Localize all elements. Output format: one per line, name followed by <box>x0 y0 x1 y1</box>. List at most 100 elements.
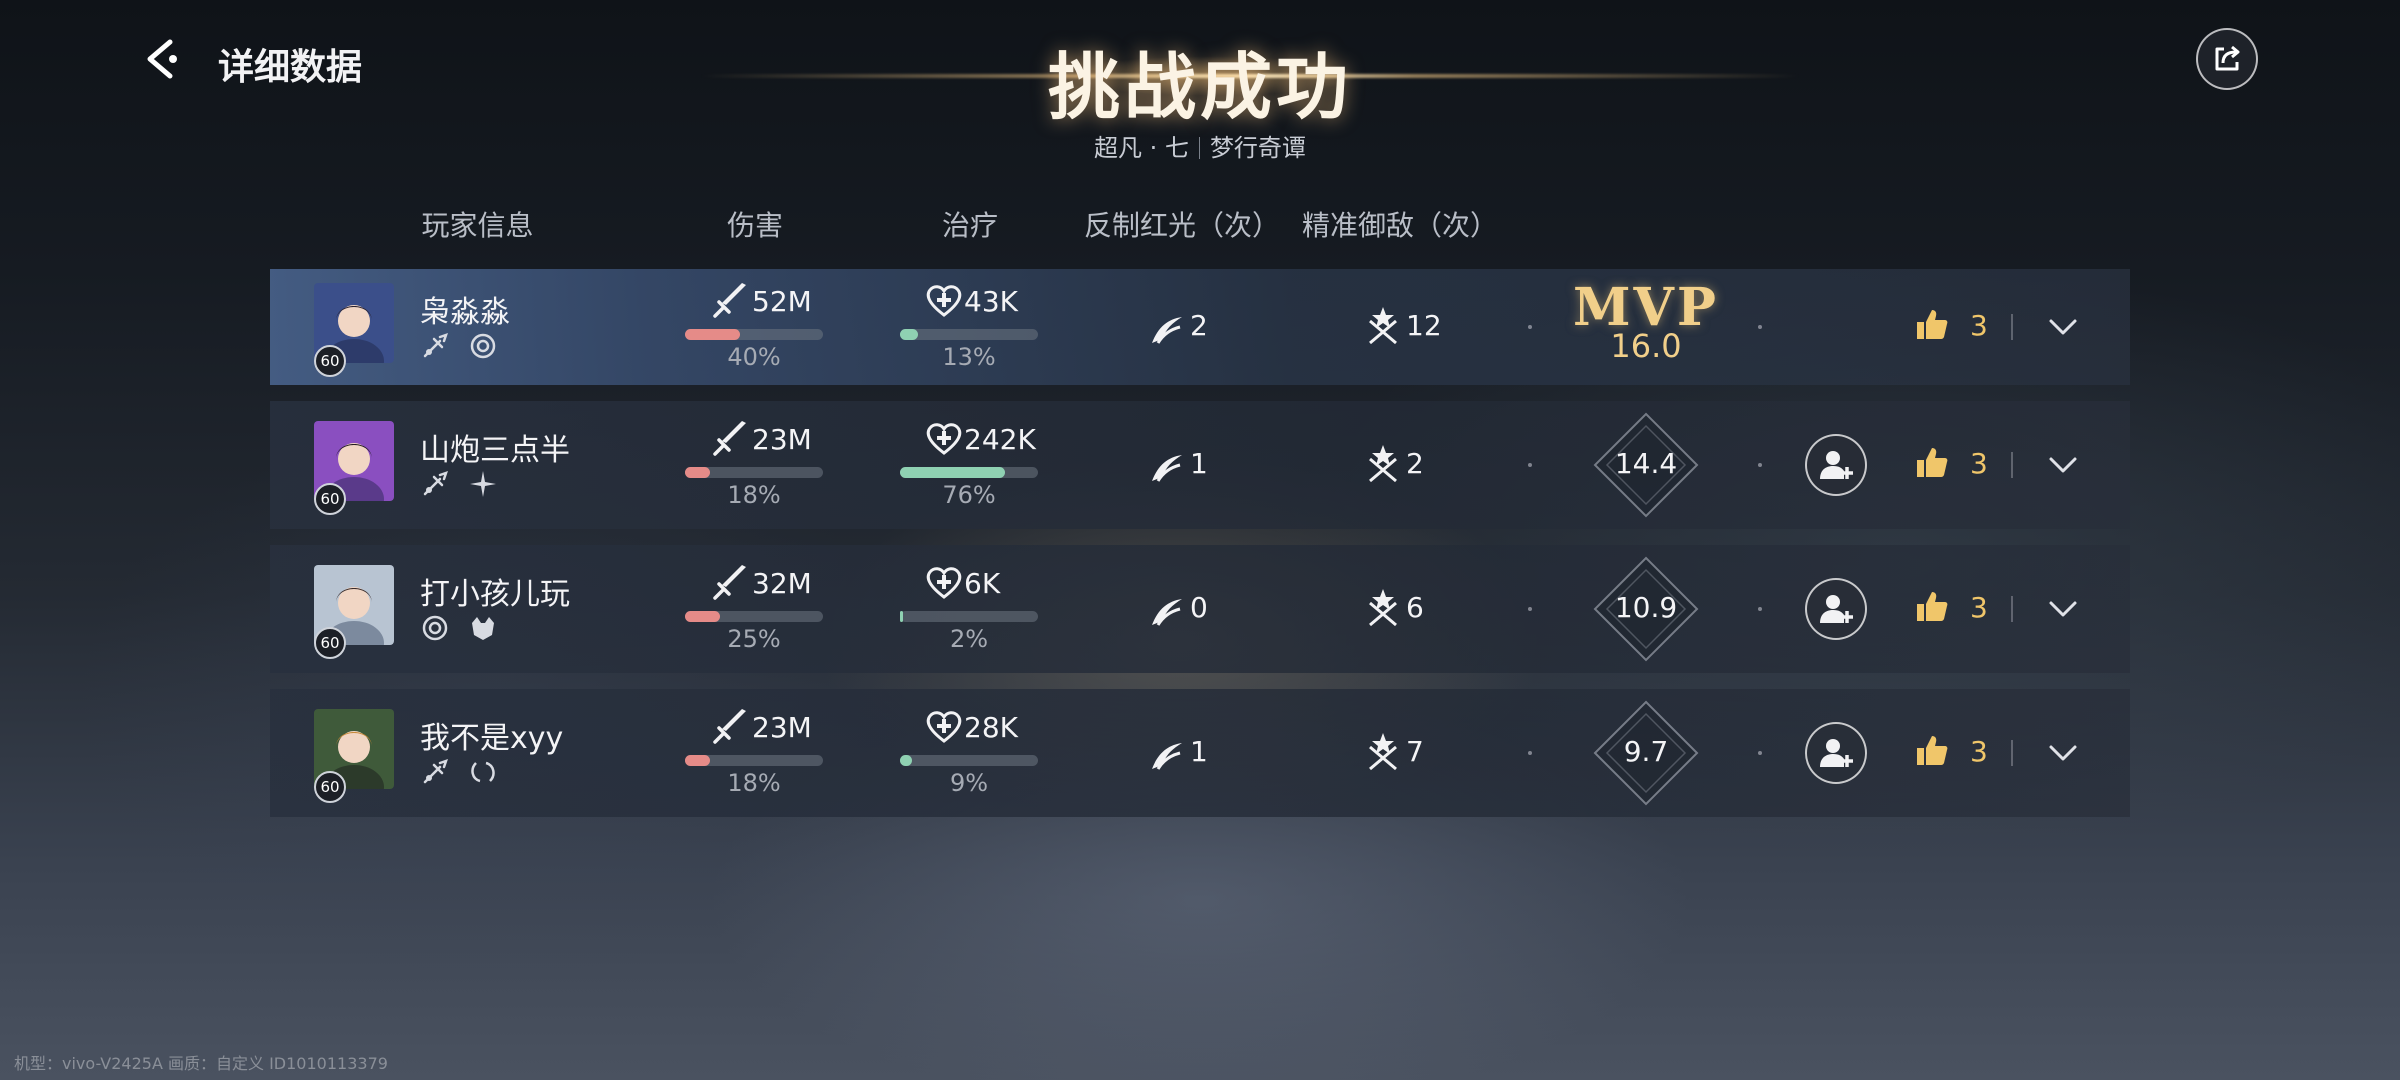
performance-score: 9.7 <box>1623 735 1669 768</box>
mvp-label: MVP <box>1572 277 1719 338</box>
player-row: 60 我不是xyy 23M 18% 28K 9% 1 7 9.7 3 <box>270 689 2130 817</box>
heart-plus-icon <box>926 711 962 743</box>
counter-slash-icon <box>1152 317 1182 344</box>
heal-percent: 13% <box>942 343 996 371</box>
score-dot-right <box>1758 607 1762 611</box>
row-divider <box>2011 740 2013 766</box>
heal-percent: 76% <box>942 481 996 509</box>
sword-icon <box>713 709 746 744</box>
chevron-down-icon[interactable] <box>2048 455 2078 475</box>
stage-name: 梦行奇谭 <box>1209 134 1306 162</box>
parry-count: 12 <box>1406 309 1442 342</box>
chevron-down-icon[interactable] <box>2048 743 2078 763</box>
score-dot-left <box>1528 751 1532 755</box>
sword-icon <box>713 421 746 456</box>
score-dot-right <box>1758 463 1762 467</box>
parry-count: 6 <box>1406 591 1424 624</box>
like-count: 3 <box>1970 591 1988 624</box>
score-dot-right <box>1758 325 1762 329</box>
mental-skill-icon <box>468 613 498 643</box>
col-header-parry: 精准御敌（次） <box>1301 209 1498 242</box>
like-count: 3 <box>1970 447 1988 480</box>
heal-bar <box>900 611 1038 622</box>
damage-bar-fill <box>685 611 720 622</box>
heal-bar-fill <box>900 611 903 622</box>
score-dot-left <box>1528 325 1532 329</box>
heal-value: 6K <box>964 567 1001 600</box>
damage-value: 32M <box>752 567 812 600</box>
class-skill-icon <box>420 331 450 361</box>
player-level-badge: 60 <box>314 627 346 659</box>
player-row: 60 枭淼淼 52M 40% 43K 13% 2 12 16.0 MVP 3 <box>270 269 2130 385</box>
damage-bar-fill <box>685 467 710 478</box>
add-friend-icon <box>1820 595 1853 623</box>
heal-bar <box>900 755 1038 766</box>
counter-count: 2 <box>1190 309 1208 342</box>
difficulty-label: 超凡 · 七 <box>1094 134 1189 162</box>
device-info: 机型：vivo-V2425A 画质：自定义 ID1010113379 <box>14 1054 388 1073</box>
damage-bar <box>685 611 823 622</box>
subtitle-divider <box>1198 137 1200 159</box>
add-friend-icon <box>1820 739 1853 767</box>
counter-count: 0 <box>1190 591 1208 624</box>
score-dot-left <box>1528 607 1532 611</box>
damage-value: 23M <box>752 711 812 744</box>
chevron-down-icon[interactable] <box>2048 599 2078 619</box>
thumbs-up-icon[interactable] <box>1914 307 1950 343</box>
performance-score: 10.9 <box>1614 591 1678 624</box>
col-header-damage: 伤害 <box>726 209 783 242</box>
thumbs-up-icon[interactable] <box>1914 589 1950 625</box>
player-name: 我不是xyy <box>420 721 564 756</box>
row-divider <box>2011 452 2013 478</box>
add-friend-button[interactable] <box>1805 722 1867 784</box>
crossed-swords-star-icon <box>1369 307 1397 345</box>
counter-slash-icon <box>1152 743 1182 770</box>
add-friend-button[interactable] <box>1805 578 1867 640</box>
damage-percent: 18% <box>727 481 781 509</box>
add-friend-button[interactable] <box>1805 434 1867 496</box>
row-divider <box>2011 314 2013 340</box>
mental-skill-icon <box>468 469 498 499</box>
share-button[interactable] <box>2196 28 2258 90</box>
damage-bar <box>685 755 823 766</box>
damage-percent: 40% <box>727 343 781 371</box>
heal-value: 242K <box>964 423 1036 456</box>
class-skill-icon <box>420 613 450 643</box>
counter-count: 1 <box>1190 735 1208 768</box>
counter-slash-icon <box>1152 599 1182 626</box>
player-level-badge: 60 <box>314 483 346 515</box>
heal-value: 28K <box>964 711 1018 744</box>
player-name: 山炮三点半 <box>420 433 570 468</box>
score-dot-left <box>1528 463 1532 467</box>
col-header-counter: 反制红光（次） <box>1083 209 1280 242</box>
chevron-down-icon[interactable] <box>2048 317 2078 337</box>
result-title: 挑战成功 <box>1047 45 1352 129</box>
counter-slash-icon <box>1152 455 1182 482</box>
crossed-swords-star-icon <box>1369 733 1397 771</box>
class-skill-icon <box>420 757 450 787</box>
sword-icon <box>713 565 746 600</box>
add-friend-icon <box>1820 451 1853 479</box>
thumbs-up-icon[interactable] <box>1914 445 1950 481</box>
player-row: 60 山炮三点半 23M 18% 242K 76% 1 2 14.4 3 <box>270 401 2130 529</box>
mental-skill-icon <box>468 331 498 361</box>
player-row: 60 打小孩儿玩 32M 25% 6K 2% 0 6 10.9 3 <box>270 545 2130 673</box>
thumbs-up-icon[interactable] <box>1914 733 1950 769</box>
damage-bar <box>685 467 823 478</box>
like-count: 3 <box>1970 309 1988 342</box>
heal-value: 43K <box>964 285 1018 318</box>
share-icon <box>2215 45 2240 71</box>
row-divider <box>2011 596 2013 622</box>
player-name: 枭淼淼 <box>420 295 510 330</box>
col-header-player: 玩家信息 <box>421 209 534 242</box>
sword-icon <box>713 283 746 318</box>
parry-count: 7 <box>1406 735 1424 768</box>
heal-percent: 9% <box>949 769 989 797</box>
player-level-badge: 60 <box>314 771 346 803</box>
damage-bar <box>685 329 823 340</box>
player-name: 打小孩儿玩 <box>420 577 570 612</box>
mental-skill-icon <box>468 757 498 787</box>
heart-plus-icon <box>926 285 962 317</box>
heal-bar <box>900 329 1038 340</box>
damage-percent: 25% <box>727 625 781 653</box>
